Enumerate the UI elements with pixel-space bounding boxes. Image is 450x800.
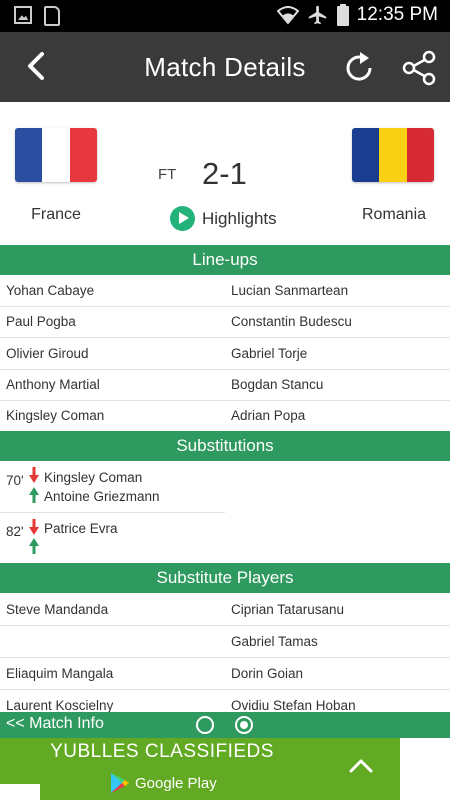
home-substitute: Laurent Koscielny bbox=[6, 698, 114, 713]
sub-out-arrow-icon bbox=[29, 467, 39, 483]
match-status: FT bbox=[158, 166, 177, 183]
sub-in-arrow-icon bbox=[29, 487, 39, 503]
page-indicator-dot-active[interactable] bbox=[235, 716, 253, 734]
away-substitute: Ovidiu Stefan Hoban bbox=[231, 698, 356, 713]
away-substitute: Gabriel Tamas bbox=[231, 634, 318, 649]
page-title: Match Details bbox=[144, 52, 306, 82]
google-play-icon bbox=[111, 773, 129, 793]
bottom-nav: << Match Info bbox=[0, 712, 450, 738]
sub-out-arrow-icon bbox=[29, 519, 39, 535]
sub-in-arrow-icon bbox=[29, 538, 39, 554]
refresh-icon[interactable] bbox=[340, 49, 378, 87]
wifi-icon bbox=[276, 6, 299, 25]
home-player: Paul Pogba bbox=[6, 314, 76, 329]
ad-side-blank bbox=[400, 738, 450, 800]
sub-out-player: Kingsley Coman bbox=[44, 470, 143, 485]
airplane-icon bbox=[308, 5, 326, 25]
home-substitute: Eliaquim Mangala bbox=[6, 666, 114, 681]
match-info-link[interactable]: << Match Info bbox=[6, 715, 104, 733]
chevron-up-icon[interactable] bbox=[348, 756, 374, 776]
sub-minute: 70' bbox=[6, 473, 24, 488]
sub-minute: 82' bbox=[6, 524, 24, 539]
lineup-row: Yohan Cabaye Lucian Sanmartean bbox=[0, 275, 450, 307]
sub-out-player: Patrice Evra bbox=[44, 521, 118, 536]
home-substitute: Steve Mandanda bbox=[6, 602, 109, 617]
substitution-item: 70' Kingsley Coman Antoine Griezmann bbox=[0, 461, 225, 513]
away-player: Constantin Budescu bbox=[231, 314, 352, 329]
highlights-label: Highlights bbox=[202, 208, 277, 228]
home-player: Anthony Martial bbox=[6, 377, 100, 392]
lineup-row: Kingsley Coman Adrian Popa bbox=[0, 400, 450, 432]
sub-in-player: Antoine Griezmann bbox=[44, 489, 160, 504]
home-player: Yohan Cabaye bbox=[6, 283, 95, 298]
away-substitute: Dorin Goian bbox=[231, 666, 304, 681]
google-play-label: Google Play bbox=[135, 774, 217, 792]
share-icon[interactable] bbox=[400, 49, 438, 87]
lineup-row: Paul Pogba Constantin Budescu bbox=[0, 306, 450, 338]
image-icon bbox=[14, 6, 32, 24]
substitute-row: Eliaquim Mangala Dorin Goian bbox=[0, 658, 450, 690]
home-player: Kingsley Coman bbox=[6, 408, 105, 423]
home-team-name: France bbox=[31, 206, 81, 223]
google-play-badge[interactable]: Google Play bbox=[110, 772, 217, 794]
away-player: Lucian Sanmartean bbox=[231, 283, 349, 298]
app-toolbar: Match Details bbox=[0, 32, 450, 102]
home-player: Olivier Giroud bbox=[6, 346, 89, 361]
status-bar: 12:35 PM bbox=[0, 0, 450, 32]
substitutions-header: Substitutions bbox=[0, 431, 450, 461]
substitute-row: Gabriel Tamas bbox=[0, 626, 450, 658]
away-player: Adrian Popa bbox=[231, 408, 306, 423]
page-indicator-dot[interactable] bbox=[196, 716, 214, 734]
battery-icon bbox=[336, 4, 349, 26]
ad-banner[interactable]: YUBLLES CLASSIFIEDS Google Play bbox=[0, 738, 400, 800]
away-player: Bogdan Stancu bbox=[231, 377, 324, 392]
match-header: France FT 2-1 Highlights Romania bbox=[0, 102, 450, 244]
play-icon bbox=[170, 206, 195, 231]
away-team-name: Romania bbox=[361, 206, 427, 223]
ad-info-corner bbox=[0, 784, 40, 800]
ad-title: YUBLLES CLASSIFIEDS bbox=[50, 741, 274, 762]
substitution-item: 82' Patrice Evra bbox=[0, 513, 225, 561]
status-time: 12:35 PM bbox=[356, 4, 438, 25]
highlights-button[interactable]: Highlights bbox=[170, 206, 277, 231]
lineup-row: Olivier Giroud Gabriel Torje bbox=[0, 338, 450, 370]
substitute-players-header: Substitute Players bbox=[0, 563, 450, 593]
romania-flag-icon bbox=[352, 128, 434, 182]
sdcard-icon bbox=[44, 6, 60, 26]
away-player: Gabriel Torje bbox=[231, 346, 308, 361]
substitute-row: Steve Mandanda Ciprian Tatarusanu bbox=[0, 594, 450, 626]
lineups-header: Line-ups bbox=[0, 245, 450, 275]
lineup-row: Anthony Martial Bogdan Stancu bbox=[0, 369, 450, 401]
away-substitute: Ciprian Tatarusanu bbox=[231, 602, 345, 617]
match-score: 2-1 bbox=[202, 156, 247, 191]
france-flag-icon bbox=[15, 128, 97, 182]
